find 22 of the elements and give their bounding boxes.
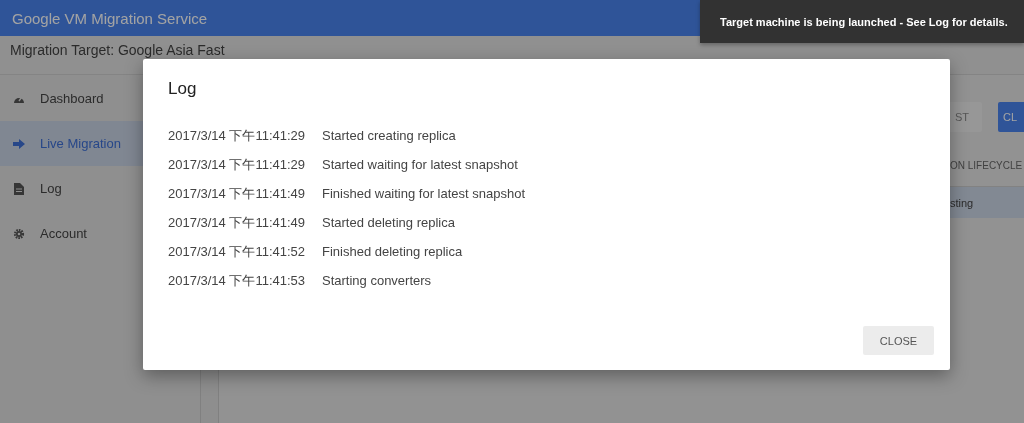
log-message: Started waiting for latest snapshot <box>322 157 518 172</box>
arrow-right-icon <box>13 138 25 149</box>
log-message: Started deleting replica <box>322 215 455 230</box>
app-title: Google VM Migration Service <box>12 9 208 27</box>
log-timestamp: 2017/3/14 下午11:41:53 <box>168 271 307 290</box>
log-message: Finished deleting replica <box>322 244 463 259</box>
status-toast: Target machine is being launched - See Log for details. <box>700 0 1024 43</box>
migration-target-title: Migration Target: Google Asia Fast <box>10 42 225 58</box>
table-cell-text: sting <box>950 196 975 209</box>
toolbar-button[interactable]: ST <box>950 102 982 132</box>
log-message: Starting converters <box>322 273 432 288</box>
toolbar-button[interactable]: CL <box>998 102 1024 132</box>
dialog-title: Log <box>168 79 198 99</box>
log-timestamp: 2017/3/14 下午11:41:49 <box>168 213 307 232</box>
log-message: Finished waiting for latest snapshot <box>322 186 526 201</box>
log-timestamp: 2017/3/14 下午11:41:49 <box>168 184 307 203</box>
close-button[interactable]: CLOSE <box>863 326 934 355</box>
log-message: Started creating replica <box>322 128 456 143</box>
log-timestamp: 2017/3/14 下午11:41:52 <box>168 242 307 261</box>
document-icon <box>14 182 24 195</box>
column-header: ON LIFECYCLE <box>950 159 1023 171</box>
gear-icon <box>13 227 25 240</box>
